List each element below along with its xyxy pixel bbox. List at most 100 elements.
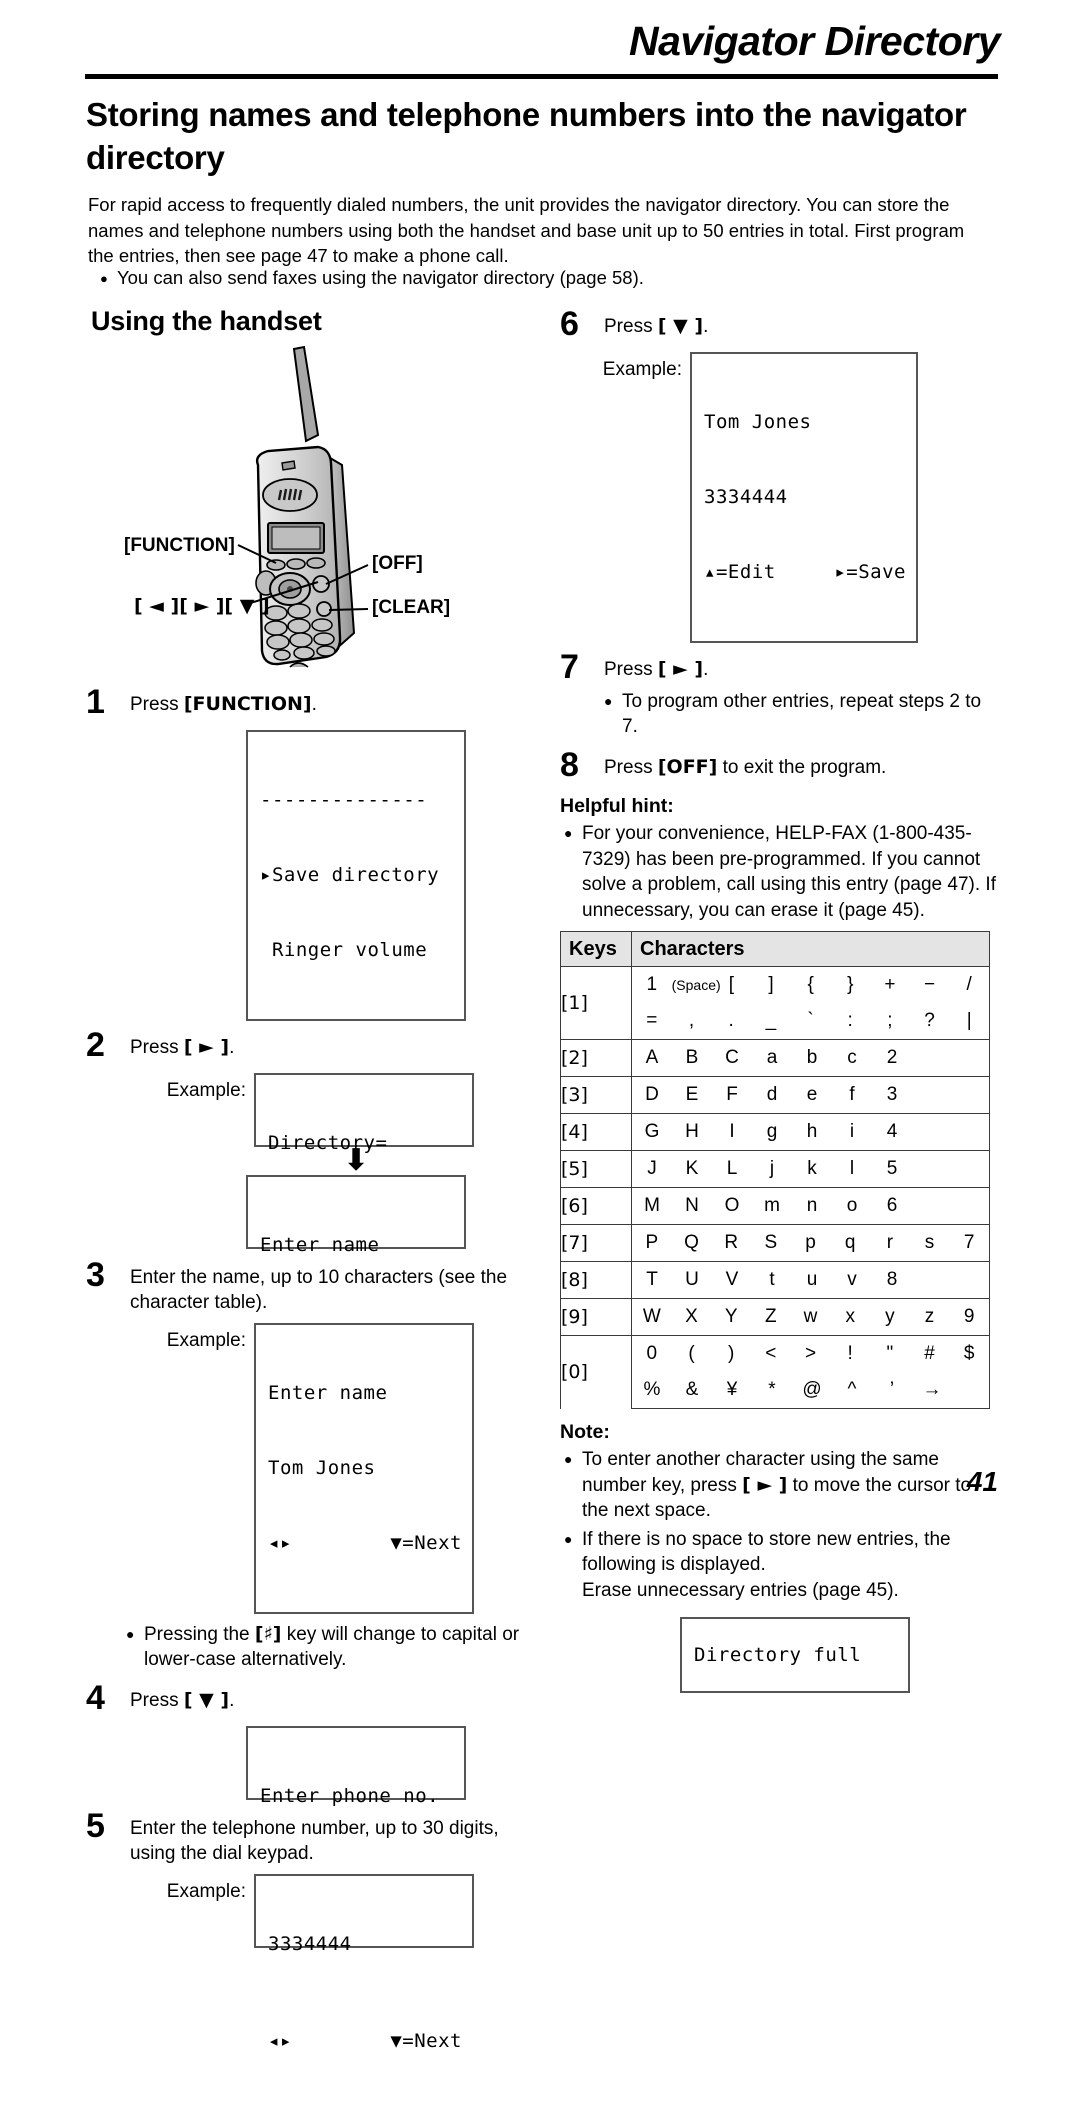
character: t xyxy=(769,1269,775,1290)
step-4-text-pre: Press xyxy=(130,1690,184,1711)
step-3-bullet: ● Pressing the [♯] key will change to ca… xyxy=(126,1622,531,1672)
character: } xyxy=(847,974,854,995)
step-1-text: Press [FUNCTION]. xyxy=(130,692,531,717)
note-bullet-1-key: [ ► ] xyxy=(742,1473,788,1496)
key-cell: [1] xyxy=(560,966,632,1040)
step-6-key: [ ▼ ] xyxy=(657,315,704,337)
step-6-display-row: Example: Tom Jones 3334444 ▴=Edit ▸=Save xyxy=(560,352,1000,643)
character: Q xyxy=(684,1232,699,1253)
table-row: [0] 0 () < >! " # $ xyxy=(560,1335,990,1409)
character: u xyxy=(806,1269,818,1290)
intro-paragraph: For rapid access to frequently dialed nu… xyxy=(88,194,965,266)
step-6-text-pre: Press xyxy=(604,316,658,337)
lcd-directory-count: Directory= 2 items xyxy=(254,1073,474,1229)
character: " xyxy=(886,1343,894,1364)
lcd-line: ◂▸ ▼=Next xyxy=(268,1531,462,1556)
bullet-icon: ● xyxy=(126,1626,135,1642)
step-6-text: Press [ ▼ ]. xyxy=(604,314,1000,339)
key-cell: [9] xyxy=(560,1298,632,1336)
step-4-number: 4 xyxy=(86,1679,105,1717)
character: 3 xyxy=(886,1084,898,1105)
character: 4 xyxy=(886,1121,898,1142)
step-5-text: Enter the telephone number, up to 30 dig… xyxy=(130,1818,499,1864)
step-7: 7 Press [ ► ]. xyxy=(560,648,1000,687)
lcd-directory-full: Directory full xyxy=(680,1617,910,1693)
table-row: [8] T U Vt u v 8 xyxy=(560,1261,990,1299)
characters-cell: A B Ca b c 2 xyxy=(631,1039,990,1077)
character: @ xyxy=(802,1379,822,1400)
callout-clear: [CLEAR] xyxy=(372,597,451,618)
characters-cell: =,. _ `:;? | xyxy=(631,1003,990,1040)
key-cell: [4] xyxy=(560,1113,632,1151)
character: J xyxy=(647,1158,657,1179)
handset-diagram-svg xyxy=(237,345,369,668)
character: V xyxy=(725,1269,739,1290)
lcd-line: ▴=Edit ▸=Save xyxy=(704,560,906,585)
lcd-line: Enter name xyxy=(260,1234,380,1256)
step-7-key: [ ► ] xyxy=(657,658,704,680)
character: j xyxy=(769,1158,775,1179)
characters-cell: G H Ig h i 4 xyxy=(631,1113,990,1151)
note-bullet-2: ● If there is no space to store new entr… xyxy=(564,1527,1000,1604)
key-cell: [0] xyxy=(560,1335,632,1409)
character: g xyxy=(766,1121,778,1142)
character: M xyxy=(644,1195,660,1216)
header-divider xyxy=(85,74,998,79)
lcd-edit-hint: ▴=Edit xyxy=(704,561,776,583)
lcd-line: Ringer volume xyxy=(260,939,428,961)
character: A xyxy=(645,1047,659,1068)
table-row: [2] A B Ca b c 2 xyxy=(560,1039,990,1077)
step-8-text: Press [OFF] to exit the program. xyxy=(604,755,1000,780)
character: ? xyxy=(924,1010,935,1031)
character: 7 xyxy=(963,1232,975,1253)
lcd-line: -------------- xyxy=(260,789,428,811)
subsection-title: Using the handset xyxy=(91,306,322,336)
character: : xyxy=(847,1010,853,1031)
step-7-bullet: ● To program other entries, repeat steps… xyxy=(604,689,1000,739)
character: L xyxy=(726,1158,738,1179)
lcd-line: Enter name xyxy=(268,1382,388,1404)
example-label: Example: xyxy=(602,359,682,380)
character: K xyxy=(685,1158,699,1179)
characters-cell: 0 () < >! " # $ xyxy=(631,1335,990,1372)
character: p xyxy=(805,1232,816,1253)
bullet-icon: ● xyxy=(564,1451,573,1467)
character: > xyxy=(804,1343,817,1364)
step-1-number: 1 xyxy=(86,683,105,721)
step-6: 6 Press [ ▼ ]. xyxy=(560,305,1000,344)
character: G xyxy=(644,1121,660,1142)
step-4-text: Press [ ▼ ]. xyxy=(130,1688,531,1713)
character: k xyxy=(807,1158,817,1179)
characters-cell: W X Y Zw x y z 9 xyxy=(631,1298,990,1336)
characters-cell: % & ¥ * @ ^ ’ → xyxy=(631,1372,990,1409)
character: l xyxy=(849,1158,855,1179)
character: I xyxy=(729,1121,735,1142)
character: T xyxy=(646,1269,658,1290)
step-6-number: 6 xyxy=(560,305,579,343)
key-cell: [8] xyxy=(560,1261,632,1299)
character-table-body: [1] 1 (Space) [] {} + − / =,. _ `:;? | [2] A B Ca b c 2 [3]… xyxy=(560,966,990,1409)
bullet-icon: ● xyxy=(100,271,108,286)
handset-illustration: [FUNCTION] [ ◄ ][ ► ][ ▼ ] [OFF] [CLEAR] xyxy=(86,337,531,682)
example-label: Example: xyxy=(166,1881,246,1902)
character: i xyxy=(849,1121,855,1142)
key-cell: [2] xyxy=(560,1039,632,1077)
character: + xyxy=(884,974,896,995)
character: 5 xyxy=(886,1158,898,1179)
bullet-icon: ● xyxy=(604,693,613,709)
left-column: Using the handset [FUNCTION] [◄][►][… xyxy=(86,300,531,2052)
character: z xyxy=(924,1306,935,1327)
character: R xyxy=(724,1232,739,1253)
character: * xyxy=(768,1379,776,1400)
character: m xyxy=(764,1195,780,1216)
step-5: 5 Enter the telephone number, up to 30 d… xyxy=(86,1807,531,1866)
step-7-text-post: . xyxy=(703,659,709,680)
lcd-cursor-hint: ◂▸ xyxy=(268,2030,292,2052)
lcd-save-directory-menu: -------------- ▸Save directory Ringer vo… xyxy=(246,730,466,1021)
character: | xyxy=(966,1010,972,1031)
manual-page: Navigator Directory Storing names and te… xyxy=(0,0,1080,2052)
character: 0 xyxy=(646,1343,658,1364)
step-3-text: Enter the name, up to 10 characters (see… xyxy=(130,1267,508,1313)
step-1-display-row: -------------- ▸Save directory Ringer vo… xyxy=(86,730,531,1021)
lcd-line: Enter phone no. xyxy=(260,1785,440,1807)
